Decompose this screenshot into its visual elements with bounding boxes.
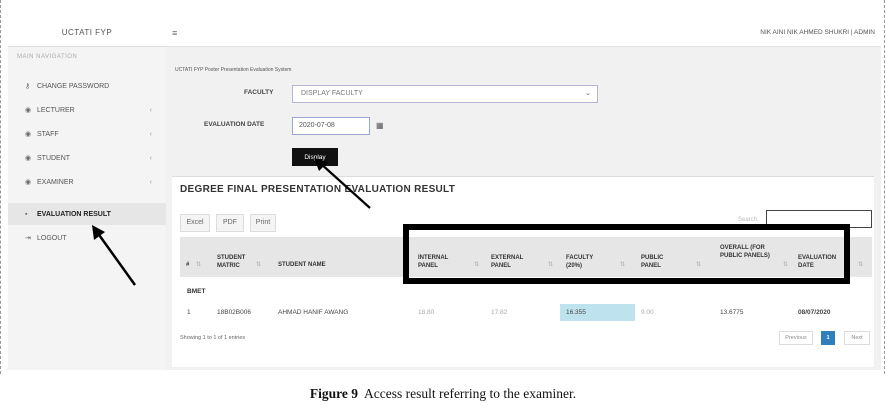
annotation-highlight-box (403, 224, 850, 284)
figure-caption: Figure 9 Access result referring to the … (0, 386, 886, 402)
chevron-left-icon: ‹ (149, 178, 152, 186)
group-label: BMET (187, 288, 206, 295)
sidebar (8, 20, 167, 370)
sidebar-item-label: EXAMINER (37, 178, 74, 186)
table-info: Showing 1 to 1 of 1 entries (180, 335, 246, 341)
sidebar-item-label: LECTURER (37, 106, 75, 114)
users-icon: ◉ (25, 155, 32, 162)
cell-public: 9.00 (641, 309, 654, 316)
evaluation-date-label: EVALUATION DATE (204, 121, 265, 128)
sidebar-item-lecturer[interactable]: ◉ LECTURER ‹ (8, 99, 166, 121)
menu-toggle-icon[interactable]: ≡ (172, 28, 177, 38)
sidebar-item-label: CHANGE PASSWORD (37, 82, 110, 90)
sidebar-item-evaluation-result[interactable]: ▪ EVALUATION RESULT (8, 203, 166, 225)
file-icon: ▪ (25, 210, 28, 218)
pager-current[interactable]: 1 (821, 331, 835, 345)
sidebar-item-label: LOGOUT (37, 234, 67, 242)
logout-icon: ⇥ (25, 235, 31, 242)
column-header-no[interactable]: # (186, 261, 189, 269)
cell-name: AHMAD HANIF AWANG (278, 309, 349, 316)
pager-previous[interactable]: Previous (779, 331, 813, 345)
sidebar-item-label: STUDENT (37, 154, 71, 162)
search-label: Search: (738, 217, 759, 223)
chevron-left-icon: ‹ (149, 154, 152, 162)
nav-header: MAIN NAVIGATION (17, 54, 78, 60)
breadcrumb: UCTATI FYP Poster Presentation Evaluatio… (175, 67, 292, 73)
chevron-left-icon: ‹ (149, 130, 152, 138)
key-icon: ⚷ (25, 83, 31, 90)
calendar-icon[interactable]: ▦ (376, 121, 384, 130)
users-icon: ◉ (25, 107, 32, 114)
evaluation-date-input[interactable]: 2020-07-08 (292, 117, 370, 135)
column-header-name[interactable]: STUDENT NAME (278, 261, 326, 269)
figure-number: Figure 9 (309, 386, 358, 401)
sidebar-item-label: STAFF (37, 130, 59, 138)
user-menu[interactable]: NIK AINI NIK AHMED SHUKRI | ADMIN (760, 29, 875, 36)
pdf-button[interactable]: PDF (216, 214, 244, 232)
cell-overall: 13.6775 (720, 309, 744, 316)
cell-faculty: 16.355 (566, 309, 586, 316)
chevron-left-icon: ‹ (149, 106, 152, 114)
sidebar-item-student[interactable]: ◉ STUDENT ‹ (8, 147, 166, 169)
faculty-select-value: DISPLAY FACULTY (301, 90, 363, 97)
cell-external: 17.82 (491, 309, 508, 316)
users-icon: ◉ (25, 131, 32, 138)
cell-matric: 18B02B006 (217, 309, 251, 316)
faculty-select[interactable]: DISPLAY FACULTY ⌄ (292, 85, 598, 103)
users-icon: ◉ (25, 179, 32, 186)
excel-button[interactable]: Excel (180, 214, 210, 232)
brand-logo[interactable]: UCTATI FYP (8, 20, 166, 47)
sidebar-item-staff[interactable]: ◉ STAFF ‹ (8, 123, 166, 145)
sort-icon[interactable]: ⇅ (196, 261, 201, 268)
top-bar: ≡ NIK AINI NIK AHMED SHUKRI | ADMIN (166, 20, 881, 47)
sidebar-item-examiner[interactable]: ◉ EXAMINER ‹ (8, 171, 166, 193)
result-title: DEGREE FINAL PRESENTATION EVALUATION RES… (180, 184, 456, 195)
sidebar-item-label: EVALUATION RESULT (37, 210, 111, 218)
sidebar-item-change-password[interactable]: ⚷ CHANGE PASSWORD (8, 75, 166, 97)
pager-next[interactable]: Next (844, 331, 870, 345)
sort-icon[interactable]: ⇅ (858, 261, 863, 268)
faculty-label: FACULTY (244, 89, 274, 96)
figure-caption-text: Access result referring to the examiner. (363, 386, 577, 401)
cell-internal: 18.80 (418, 309, 435, 316)
sort-icon[interactable]: ⇅ (256, 261, 261, 268)
chevron-down-icon: ⌄ (585, 90, 591, 97)
cell-no: 1 (187, 309, 191, 316)
cell-date: 08/07/2020 (798, 309, 831, 316)
print-button[interactable]: Print (250, 214, 276, 232)
display-button[interactable]: Display (292, 148, 338, 166)
sidebar-item-logout[interactable]: ⇥ LOGOUT (8, 227, 166, 249)
